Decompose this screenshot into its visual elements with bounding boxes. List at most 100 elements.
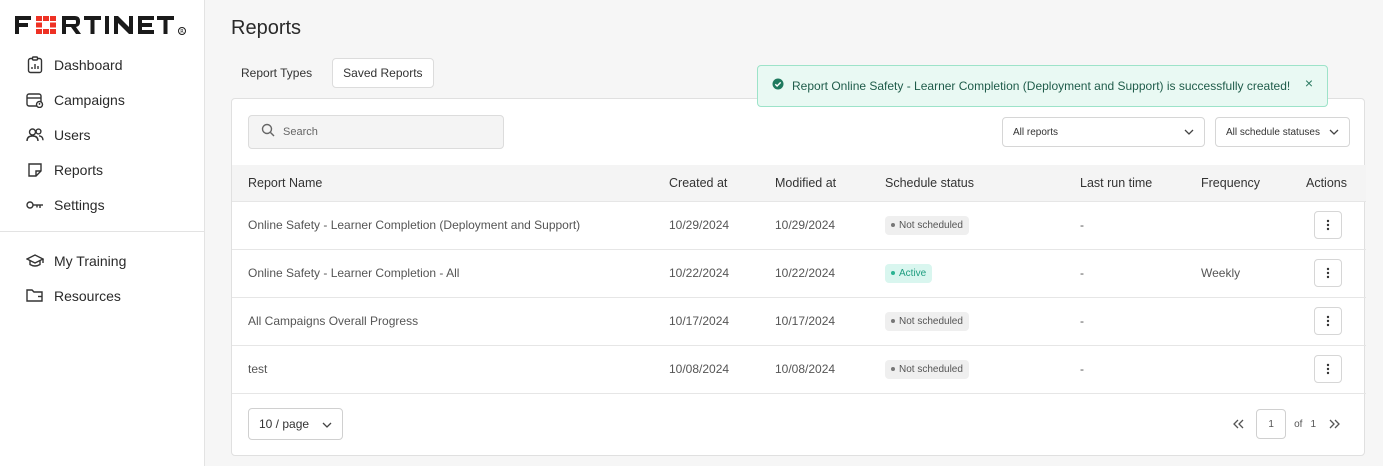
- current-page-input[interactable]: 1: [1256, 409, 1287, 439]
- column-header-modified-at[interactable]: Modified at: [775, 165, 885, 201]
- tab-saved-reports[interactable]: Saved Reports: [332, 58, 434, 88]
- last-run-cell: -: [1080, 266, 1084, 280]
- more-vertical-icon: [1326, 363, 1330, 375]
- total-pages: 1: [1310, 418, 1316, 430]
- column-header-actions: Actions: [1306, 175, 1347, 190]
- sidebar-item-users[interactable]: Users: [0, 117, 205, 152]
- more-vertical-icon: [1326, 267, 1330, 279]
- sidebar-item-reports[interactable]: Reports: [0, 152, 205, 187]
- reports-icon: [26, 161, 44, 179]
- status-filter-select[interactable]: All schedule statuses: [1215, 117, 1350, 147]
- row-actions-button[interactable]: [1314, 259, 1342, 287]
- created-at-cell: 10/08/2024: [669, 362, 730, 376]
- report-name-cell[interactable]: Online Safety - Learner Completion (Depl…: [232, 201, 669, 249]
- check-circle-icon: [772, 77, 784, 95]
- status-badge-label: Not scheduled: [899, 219, 963, 231]
- sidebar-item-label: My Training: [54, 252, 127, 269]
- reports-card: All reports All schedule statuses Report…: [231, 98, 1366, 456]
- sidebar-item-label: Users: [54, 126, 91, 143]
- more-vertical-icon: [1326, 315, 1330, 327]
- sidebar-item-resources[interactable]: Resources: [0, 278, 205, 313]
- sidebar-item-label: Settings: [54, 196, 105, 213]
- modified-at-cell: 10/29/2024: [775, 218, 836, 232]
- created-at-cell: 10/22/2024: [669, 266, 730, 280]
- table-row[interactable]: Online Safety - Learner Completion (Depl…: [232, 201, 1366, 249]
- report-name-cell[interactable]: Online Safety - Learner Completion - All: [232, 249, 669, 297]
- status-badge: Active: [885, 263, 933, 283]
- chevron-down-icon: [1329, 127, 1339, 138]
- svg-text:R: R: [180, 29, 184, 35]
- last-run-cell: -: [1080, 218, 1084, 232]
- modified-at-cell: 10/22/2024: [775, 266, 836, 280]
- created-at-cell: 10/17/2024: [669, 314, 730, 328]
- tab-report-types[interactable]: Report Types: [231, 58, 322, 88]
- column-header-schedule-status[interactable]: Schedule status: [885, 165, 1080, 201]
- key-icon: [26, 196, 44, 214]
- campaigns-icon: [26, 91, 44, 109]
- pagination: 1 of 1: [1228, 409, 1344, 439]
- last-run-cell: -: [1080, 362, 1084, 376]
- reports-filter-select[interactable]: All reports: [1002, 117, 1205, 147]
- graduation-cap-icon: [26, 252, 44, 270]
- sidebar: R Dashboard Campaigns Users Reports Sett…: [0, 0, 205, 466]
- column-header-report-name[interactable]: Report Name: [232, 165, 669, 201]
- success-toast: Report Online Safety - Learner Completio…: [757, 65, 1328, 107]
- search-input[interactable]: [283, 126, 483, 138]
- frequency-cell: [1201, 297, 1306, 345]
- chevrons-right-icon: [1329, 419, 1340, 429]
- sidebar-item-label: Reports: [54, 161, 104, 178]
- table-row[interactable]: Online Safety - Learner Completion - All…: [232, 249, 1366, 297]
- sidebar-item-campaigns[interactable]: Campaigns: [0, 82, 205, 117]
- created-at-cell: 10/29/2024: [669, 218, 730, 232]
- table-row[interactable]: test 10/08/2024 10/08/2024 Not scheduled…: [232, 345, 1366, 393]
- sidebar-item-settings[interactable]: Settings: [0, 187, 205, 222]
- page-of-label: of: [1294, 418, 1303, 430]
- chevrons-left-icon: [1232, 419, 1244, 429]
- sidebar-item-label: Campaigns: [54, 91, 125, 108]
- status-dot: [891, 271, 895, 275]
- status-dot: [891, 319, 895, 323]
- frequency-cell: [1201, 201, 1306, 249]
- folder-icon: [26, 287, 44, 305]
- column-header-created-at[interactable]: Created at: [669, 165, 775, 201]
- search-box[interactable]: [248, 115, 504, 149]
- secondary-nav: My Training Resources: [0, 243, 205, 313]
- status-badge-label: Active: [899, 267, 927, 279]
- more-vertical-icon: [1326, 219, 1330, 231]
- report-name-cell[interactable]: test: [232, 345, 669, 393]
- chevron-down-icon: [1184, 127, 1194, 138]
- row-actions-button[interactable]: [1314, 355, 1342, 383]
- report-tabs: Report Types Saved Reports: [231, 58, 434, 88]
- status-filter-value: All schedule statuses: [1226, 126, 1320, 138]
- modified-at-cell: 10/08/2024: [775, 362, 836, 376]
- sidebar-item-dashboard[interactable]: Dashboard: [0, 47, 205, 82]
- table-header-row: Report Name Created at Modified at Sched…: [232, 165, 1366, 201]
- chevron-down-icon: [322, 417, 332, 431]
- users-icon: [26, 126, 44, 144]
- column-header-frequency[interactable]: Frequency: [1201, 165, 1306, 201]
- sidebar-item-label: Resources: [54, 287, 121, 304]
- dashboard-icon: [26, 55, 44, 74]
- first-page-button[interactable]: [1228, 410, 1248, 438]
- status-dot: [891, 223, 895, 227]
- status-badge-label: Not scheduled: [899, 363, 963, 375]
- frequency-cell: [1201, 345, 1306, 393]
- reports-table: Report Name Created at Modified at Sched…: [232, 165, 1366, 394]
- report-name-cell[interactable]: All Campaigns Overall Progress: [232, 297, 669, 345]
- column-header-last-run-time[interactable]: Last run time: [1080, 165, 1201, 201]
- sidebar-item-my-training[interactable]: My Training: [0, 243, 205, 278]
- row-actions-button[interactable]: [1314, 307, 1342, 335]
- page-size-select[interactable]: 10 / page: [248, 408, 343, 440]
- search-icon: [261, 123, 275, 142]
- status-badge-label: Not scheduled: [899, 315, 963, 327]
- page-title: Reports: [231, 17, 302, 39]
- last-page-button[interactable]: [1324, 410, 1344, 438]
- modified-at-cell: 10/17/2024: [775, 314, 836, 328]
- row-actions-button[interactable]: [1314, 211, 1342, 239]
- fortinet-logo[interactable]: R: [15, 13, 191, 39]
- toast-message: Report Online Safety - Learner Completio…: [792, 79, 1291, 93]
- toast-close-button[interactable]: ×: [1305, 76, 1313, 90]
- sidebar-divider: [0, 231, 204, 232]
- table-row[interactable]: All Campaigns Overall Progress 10/17/202…: [232, 297, 1366, 345]
- page-size-value: 10 / page: [259, 417, 310, 431]
